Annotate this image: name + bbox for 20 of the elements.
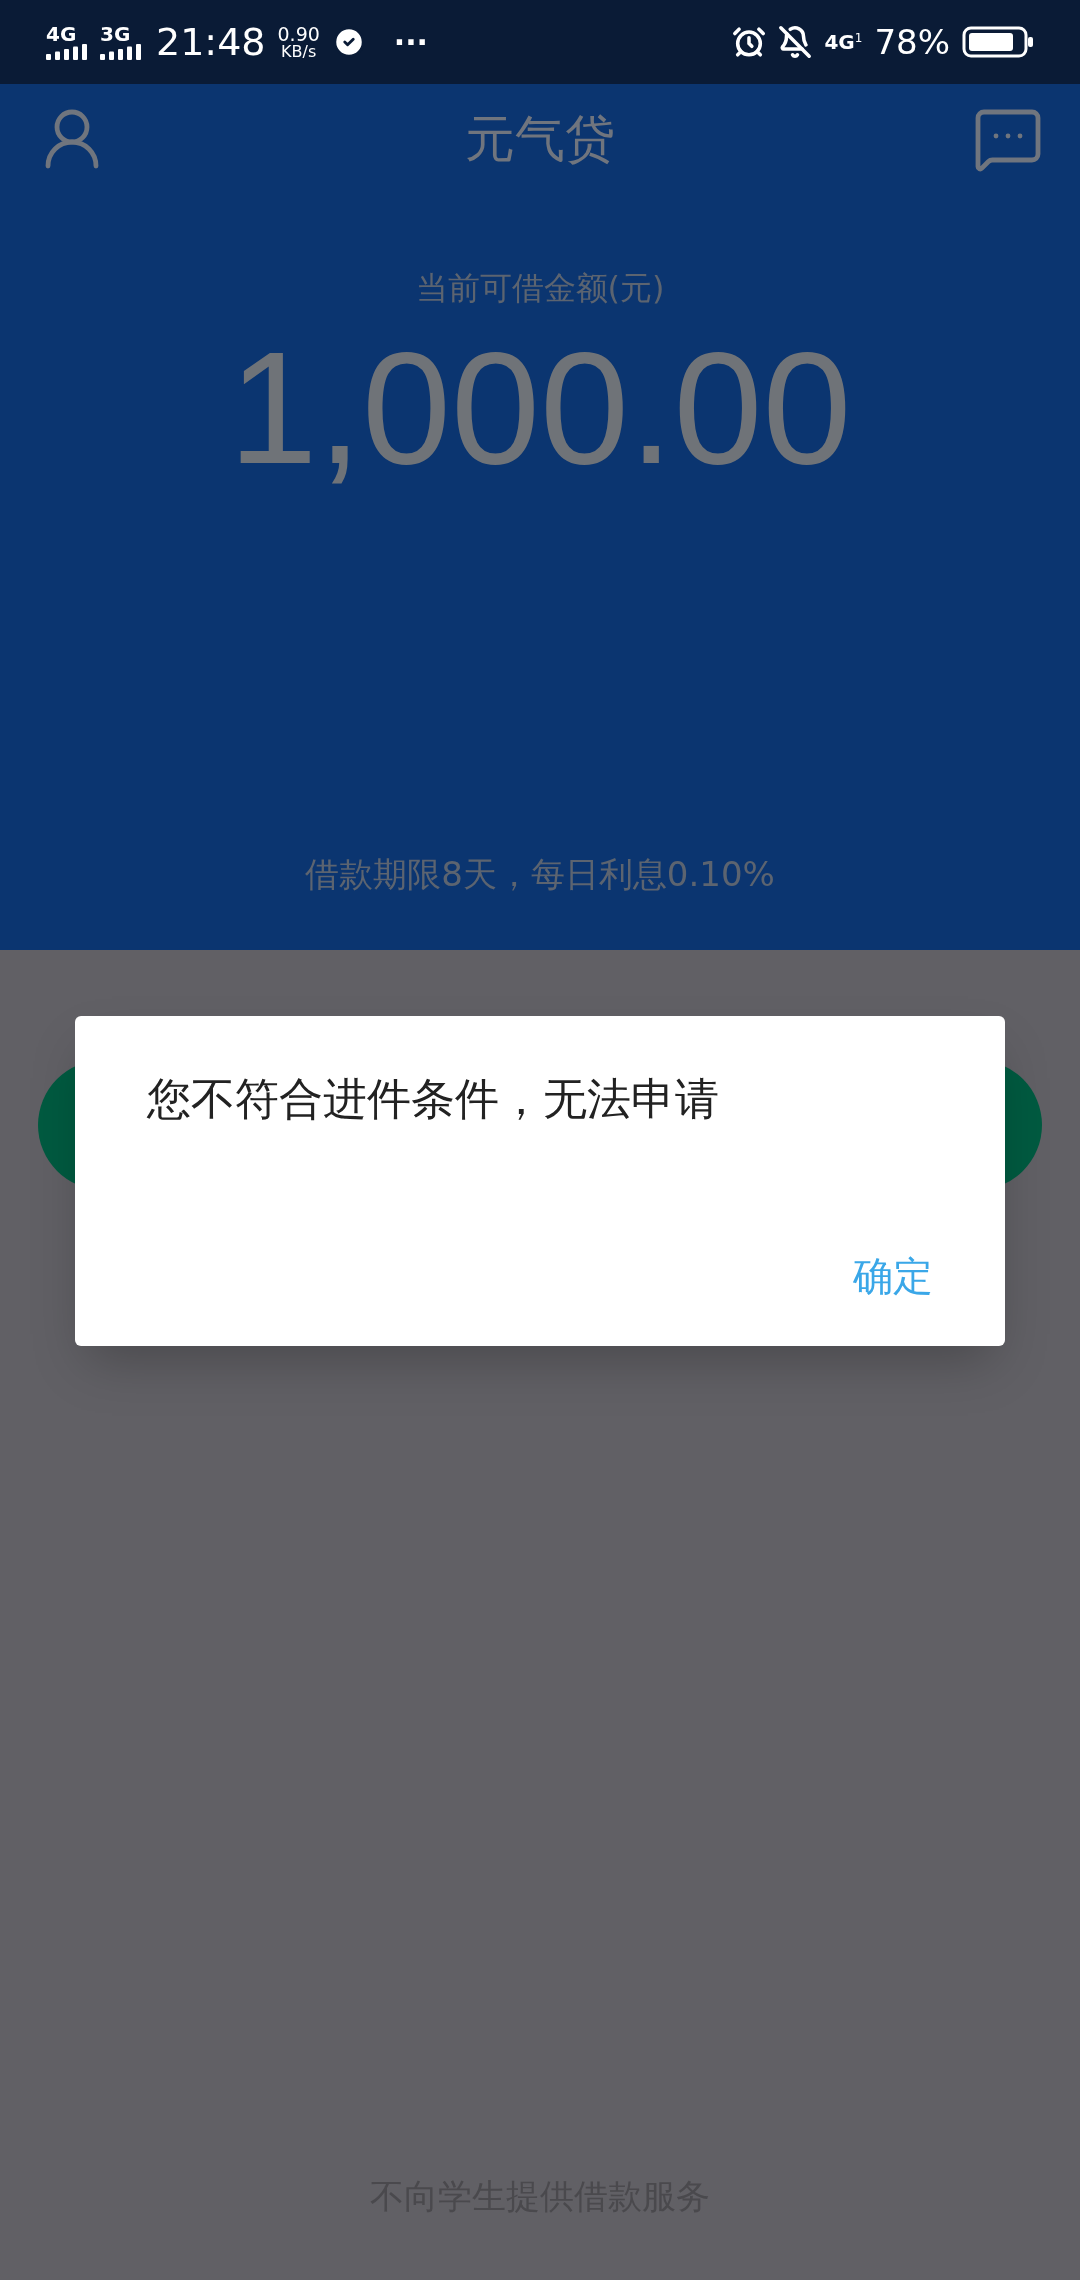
more-indicator: ··· — [393, 23, 429, 62]
network-sub: 1 — [854, 32, 863, 44]
amount-label: 当前可借金额(元) — [415, 268, 665, 309]
loan-amount: 1,000.00 — [228, 328, 852, 488]
network-type: 3G — [100, 24, 131, 44]
dialog-message: 您不符合进件条件，无法申请 — [147, 1072, 720, 1126]
app-title: 元气贷 — [465, 108, 615, 170]
clock: 21:48 — [156, 18, 266, 66]
alarm-icon — [732, 25, 767, 59]
signal-icon — [46, 44, 88, 60]
confirm-button[interactable]: 确定 — [843, 1246, 943, 1306]
loan-terms: 借款期限8天，每日利息0.10% — [305, 853, 775, 896]
bell-off-icon — [778, 25, 813, 59]
battery-icon — [962, 26, 1034, 58]
network-type: 4G — [824, 32, 855, 52]
battery-level: 78% — [874, 20, 950, 64]
speed-unit: KB/s — [281, 43, 317, 60]
network-type: 4G — [46, 24, 77, 44]
speed-value: 0.90 — [277, 24, 320, 44]
signal-icon — [100, 44, 142, 60]
